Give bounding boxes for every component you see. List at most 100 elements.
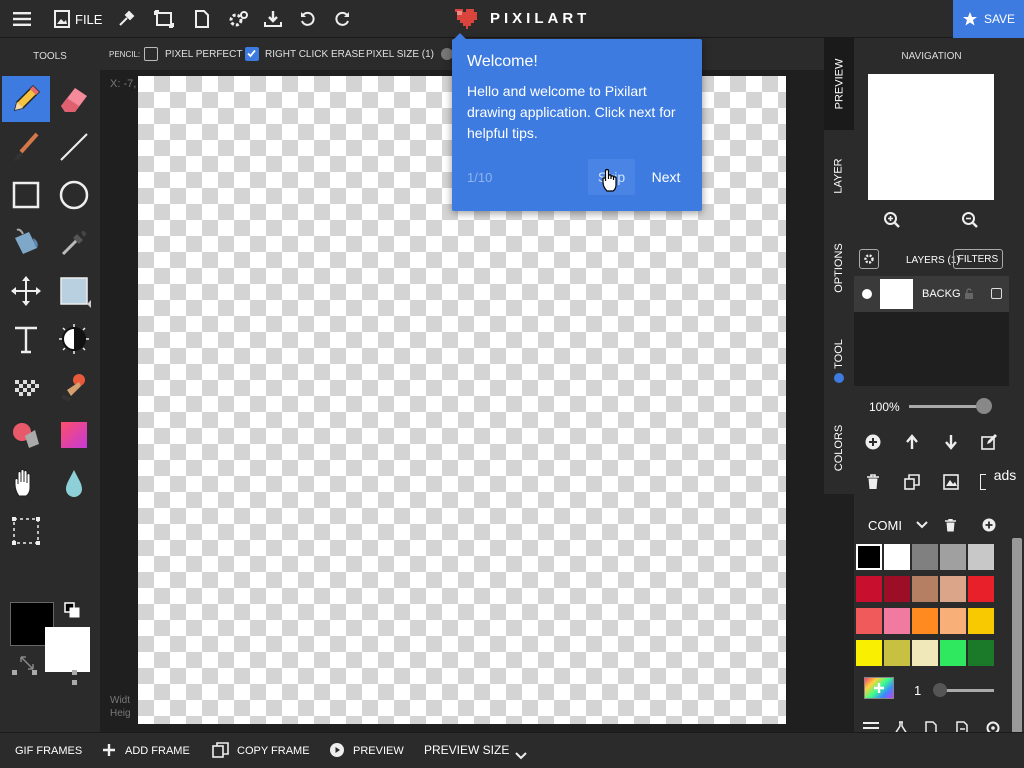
download-icon[interactable] (261, 7, 285, 31)
palette-swatch[interactable] (940, 640, 966, 666)
chevron-down-icon[interactable] (911, 514, 933, 536)
layer-row[interactable]: BACKG (854, 276, 1009, 312)
palette-name[interactable]: COMI (868, 518, 902, 533)
right-click-erase-checkbox[interactable] (245, 47, 259, 61)
palette-swatch[interactable] (856, 576, 882, 602)
palette-swatch[interactable] (912, 608, 938, 634)
tab-tool-label: TOOL (832, 339, 845, 369)
eyedropper-icon[interactable] (114, 7, 138, 31)
image-file-icon[interactable] (50, 7, 74, 31)
move-tool[interactable] (2, 268, 50, 314)
new-document-icon[interactable] (190, 7, 214, 31)
scrollbar-thumb[interactable] (1012, 538, 1022, 738)
copy-icon[interactable] (212, 742, 230, 758)
edit-layer-icon[interactable] (978, 431, 1000, 453)
save-button[interactable]: SAVE (953, 0, 1024, 38)
preview-size-select[interactable]: PREVIEW SIZE (424, 743, 509, 757)
zoom-out-icon[interactable] (959, 209, 981, 231)
gif-frames-label[interactable]: GIF FRAMES (15, 745, 82, 757)
color-picker-tool[interactable] (50, 220, 98, 266)
tab-options[interactable]: OPTIONS (824, 222, 854, 314)
palette-swatch[interactable] (968, 608, 994, 634)
pixel-perfect-checkbox[interactable] (144, 47, 158, 61)
palette-swatch[interactable] (968, 576, 994, 602)
add-layer-icon[interactable] (862, 431, 884, 453)
preview-button[interactable]: PREVIEW (353, 745, 404, 757)
palette-swatch[interactable] (856, 544, 882, 570)
move-layer-down-icon[interactable] (940, 431, 962, 453)
pencil-tool[interactable] (2, 76, 50, 122)
layer-select-checkbox[interactable] (991, 288, 1002, 299)
line-icon (60, 133, 88, 161)
tab-colors[interactable]: COLORS (824, 402, 854, 494)
stamp-tool[interactable] (50, 364, 98, 410)
move-layer-up-icon[interactable] (901, 431, 923, 453)
palette-swatch[interactable] (940, 608, 966, 634)
delete-layer-icon[interactable] (862, 471, 884, 493)
select-shape-tool[interactable] (50, 268, 98, 314)
menu-icon[interactable] (10, 7, 34, 31)
right-panel-scrollbar[interactable] (1009, 38, 1024, 738)
file-menu[interactable]: FILE (75, 12, 102, 27)
text-tool[interactable] (2, 316, 50, 362)
plus-icon (874, 683, 884, 693)
palette-swatch[interactable] (884, 544, 910, 570)
redo-icon[interactable] (330, 7, 354, 31)
chevron-down-icon[interactable] (515, 747, 527, 760)
brush-size-slider-knob[interactable] (933, 683, 947, 697)
copy-frame-button[interactable]: COPY FRAME (237, 745, 310, 757)
dither-tool[interactable] (2, 364, 50, 410)
gradient-tool[interactable] (50, 412, 98, 458)
blur-tool[interactable] (50, 460, 98, 506)
eyedropper-tool-icon (61, 230, 86, 256)
palette-swatch[interactable] (968, 544, 994, 570)
palette-swatch[interactable] (912, 576, 938, 602)
add-frame-button[interactable]: ADD FRAME (125, 745, 190, 757)
palette-swatch[interactable] (940, 544, 966, 570)
color-replace-tool[interactable] (2, 412, 50, 458)
rectangle-icon (12, 181, 40, 209)
hand-tool[interactable] (2, 460, 50, 506)
next-button[interactable]: Next (642, 159, 690, 195)
line-tool[interactable] (50, 124, 98, 170)
merge-layer-icon[interactable] (940, 471, 962, 493)
palette-swatch[interactable] (912, 544, 938, 570)
layer-lock-icon[interactable] (963, 287, 975, 299)
navigation-preview[interactable] (868, 74, 994, 200)
custom-color-button[interactable] (864, 677, 894, 699)
palette-swatch[interactable] (856, 608, 882, 634)
layer-visibility-icon[interactable] (862, 289, 872, 299)
layer-settings-icon[interactable] (859, 249, 879, 269)
zoom-in-icon[interactable] (881, 209, 903, 231)
play-icon[interactable] (330, 743, 344, 757)
ads-tab[interactable]: ads (986, 458, 1024, 492)
reset-colors-icon[interactable] (64, 602, 80, 618)
hand-cursor-icon (600, 167, 622, 193)
lighten-tool[interactable] (50, 316, 98, 362)
delete-palette-icon[interactable] (939, 514, 961, 536)
ellipse-tool[interactable] (50, 172, 98, 218)
duplicate-layer-icon[interactable] (901, 471, 923, 493)
resize-canvas-icon[interactable] (152, 7, 176, 31)
tab-layer[interactable]: LAYER (824, 130, 854, 222)
eraser-tool[interactable] (50, 76, 98, 122)
palette-swatch[interactable] (912, 640, 938, 666)
undo-icon[interactable] (296, 7, 320, 31)
rectangle-tool[interactable] (2, 172, 50, 218)
tab-preview[interactable]: PREVIEW (824, 38, 854, 130)
palette-swatch[interactable] (968, 640, 994, 666)
settings-icon[interactable] (226, 7, 250, 31)
selection-tool[interactable] (2, 508, 50, 554)
palette-swatch[interactable] (856, 640, 882, 666)
palette-swatch[interactable] (940, 576, 966, 602)
plus-icon[interactable] (102, 743, 116, 757)
fill-bucket-tool[interactable] (2, 220, 50, 266)
add-palette-icon[interactable] (978, 514, 1000, 536)
brush-tool[interactable] (2, 124, 50, 170)
filters-button[interactable]: FILTERS (953, 249, 1003, 269)
palette-swatch[interactable] (884, 576, 910, 602)
palette-swatch[interactable] (884, 608, 910, 634)
palette-swatch[interactable] (884, 640, 910, 666)
opacity-slider-knob[interactable] (976, 398, 992, 414)
pixilart-logo[interactable]: PIXILART (452, 6, 590, 30)
